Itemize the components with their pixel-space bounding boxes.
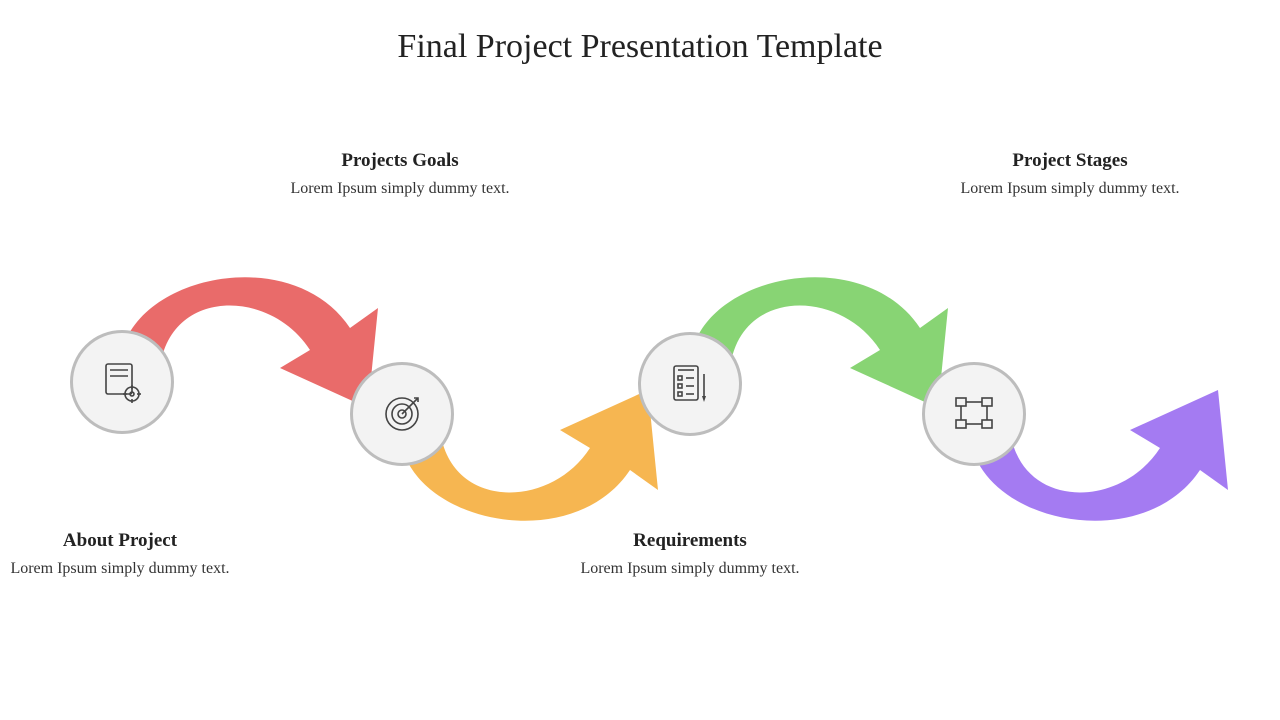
caption-body: Lorem Ipsum simply dummy text. <box>580 558 800 580</box>
caption-about: About Project Lorem Ipsum simply dummy t… <box>10 530 230 580</box>
node-about <box>70 330 174 434</box>
caption-stages: Project Stages Lorem Ipsum simply dummy … <box>960 150 1180 200</box>
node-stages <box>922 362 1026 466</box>
target-icon <box>378 390 426 438</box>
caption-body: Lorem Ipsum simply dummy text. <box>960 178 1180 200</box>
caption-body: Lorem Ipsum simply dummy text. <box>290 178 510 200</box>
node-requirements <box>638 332 742 436</box>
caption-heading: About Project <box>10 530 230 552</box>
checklist-icon <box>666 360 714 408</box>
node-goals <box>350 362 454 466</box>
caption-body: Lorem Ipsum simply dummy text. <box>10 558 230 580</box>
caption-heading: Projects Goals <box>290 150 510 172</box>
caption-heading: Requirements <box>580 530 800 552</box>
caption-requirements: Requirements Lorem Ipsum simply dummy te… <box>580 530 800 580</box>
doc-gear-icon <box>98 358 146 406</box>
caption-heading: Project Stages <box>960 150 1180 172</box>
caption-goals: Projects Goals Lorem Ipsum simply dummy … <box>290 150 510 200</box>
diagram-stage: About Project Lorem Ipsum simply dummy t… <box>0 0 1280 720</box>
workflow-icon <box>950 390 998 438</box>
